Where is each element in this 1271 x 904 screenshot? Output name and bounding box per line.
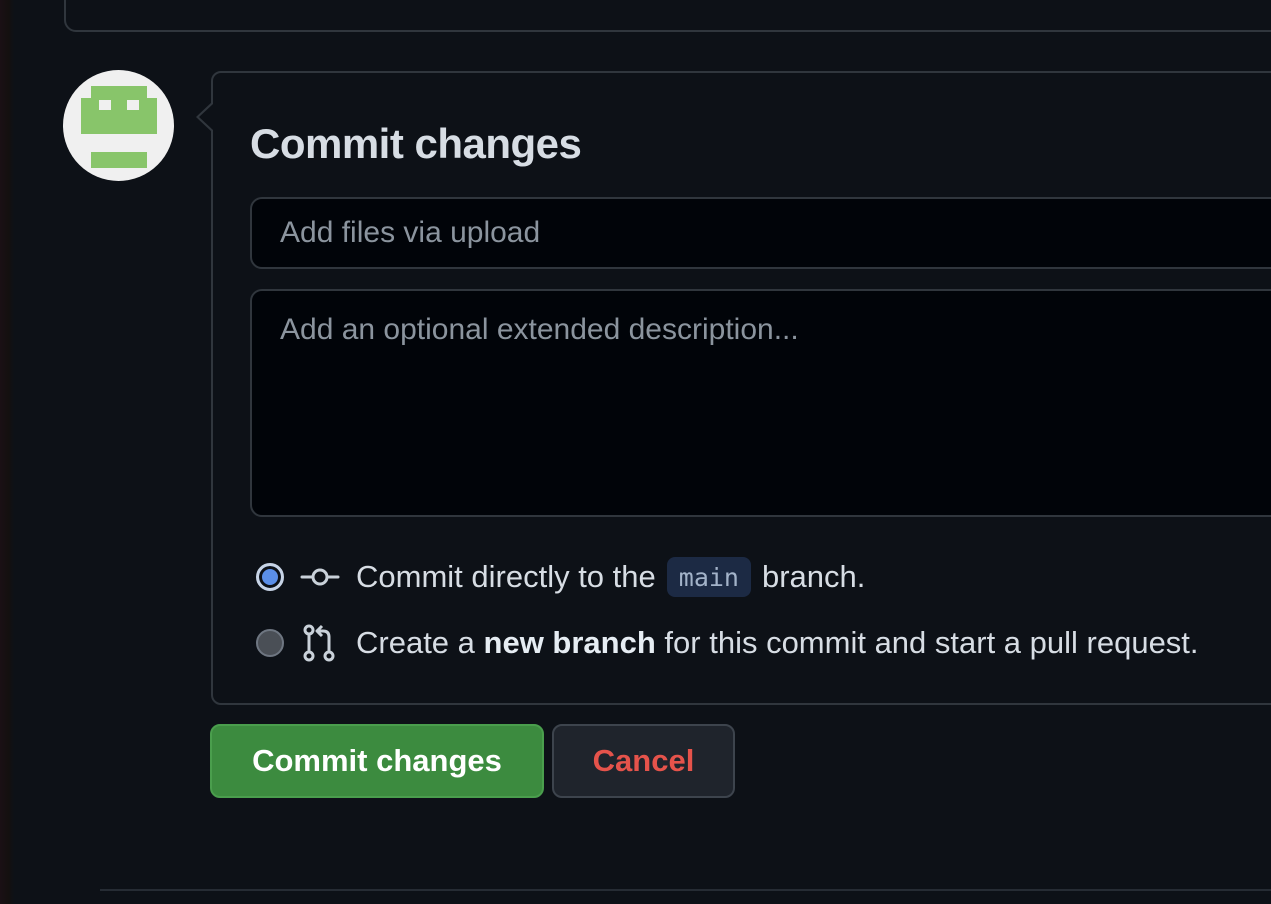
window-edge: [0, 0, 14, 904]
git-commit-icon: [300, 568, 340, 586]
new-branch-prefix: Create a: [356, 625, 475, 660]
previous-section-box: [64, 0, 1271, 32]
branch-name-badge: main: [666, 557, 751, 597]
new-branch-emphasis: new branch: [483, 625, 656, 660]
commit-changes-button[interactable]: Commit changes: [210, 724, 544, 798]
cancel-button[interactable]: Cancel: [552, 724, 735, 798]
new-branch-radio[interactable]: [256, 629, 284, 657]
commit-direct-prefix: Commit directly to the: [356, 559, 656, 594]
commit-direct-suffix: branch.: [761, 559, 866, 594]
git-pull-request-icon: [303, 624, 335, 662]
page-title: Commit changes: [250, 120, 582, 167]
commit-direct-option[interactable]: Commit directly to the main branch.: [256, 557, 865, 597]
avatar[interactable]: [63, 70, 174, 181]
new-branch-option[interactable]: Create a new branch for this commit and …: [256, 623, 1199, 663]
commit-direct-radio[interactable]: [256, 563, 284, 591]
commit-description-textarea[interactable]: [250, 289, 1271, 517]
commit-page: Commit changes Commit directly to the ma…: [0, 0, 1271, 904]
commit-summary-input[interactable]: [250, 197, 1271, 269]
new-branch-suffix: for this commit and start a pull request…: [664, 625, 1199, 660]
divider: [100, 889, 1271, 891]
